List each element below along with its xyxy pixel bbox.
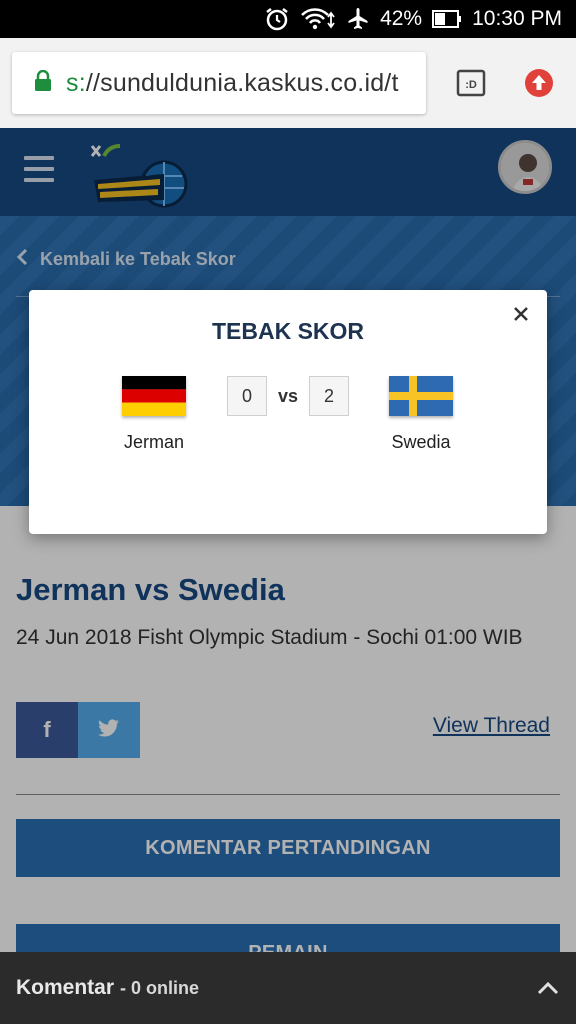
clock: 10:30 PM	[472, 7, 562, 30]
home-team: Jerman	[99, 376, 209, 453]
germany-flag-icon	[122, 376, 186, 416]
comments-label: Komentar	[16, 976, 115, 999]
score-prediction-modal: TEBAK SKOR Jerman 0 vs 2 Swedia	[29, 290, 547, 534]
wifi-icon	[300, 6, 336, 32]
battery-icon	[432, 8, 462, 30]
battery-percent: 42%	[380, 7, 423, 30]
modal-title: TEBAK SKOR	[211, 318, 365, 344]
home-team-name: Jerman	[123, 432, 185, 452]
close-icon[interactable]	[509, 302, 533, 326]
status-bar: 42% 10:30 PM	[0, 0, 576, 38]
vs-label: vs	[277, 386, 299, 406]
alarm-icon	[264, 6, 290, 32]
tab-switcher-button[interactable]: :D	[454, 66, 488, 100]
browser-toolbar: s://sunduldunia.kaskus.co.id/t :D	[0, 38, 576, 128]
lock-icon	[34, 69, 52, 97]
url-scheme: s:	[66, 68, 86, 97]
away-team: Swedia	[366, 376, 476, 453]
url-path: //sunduldunia.kaskus.co.id/t	[85, 68, 399, 97]
tab-switcher-label: :D	[465, 79, 477, 91]
upload-icon[interactable]	[522, 66, 556, 100]
address-bar[interactable]: s://sunduldunia.kaskus.co.id/t	[12, 52, 426, 114]
online-count: - 0 online	[120, 977, 200, 998]
sweden-flag-icon	[389, 376, 453, 416]
airplane-icon	[346, 7, 370, 31]
away-team-name: Swedia	[391, 432, 451, 452]
away-score: 2	[309, 376, 349, 416]
modal-backdrop[interactable]	[0, 128, 576, 1024]
home-score: 0	[227, 376, 267, 416]
url-text: s://sunduldunia.kaskus.co.id/t	[66, 69, 399, 98]
chevron-up-icon[interactable]	[536, 978, 560, 998]
comments-bar[interactable]: Komentar - 0 online	[0, 952, 576, 1024]
